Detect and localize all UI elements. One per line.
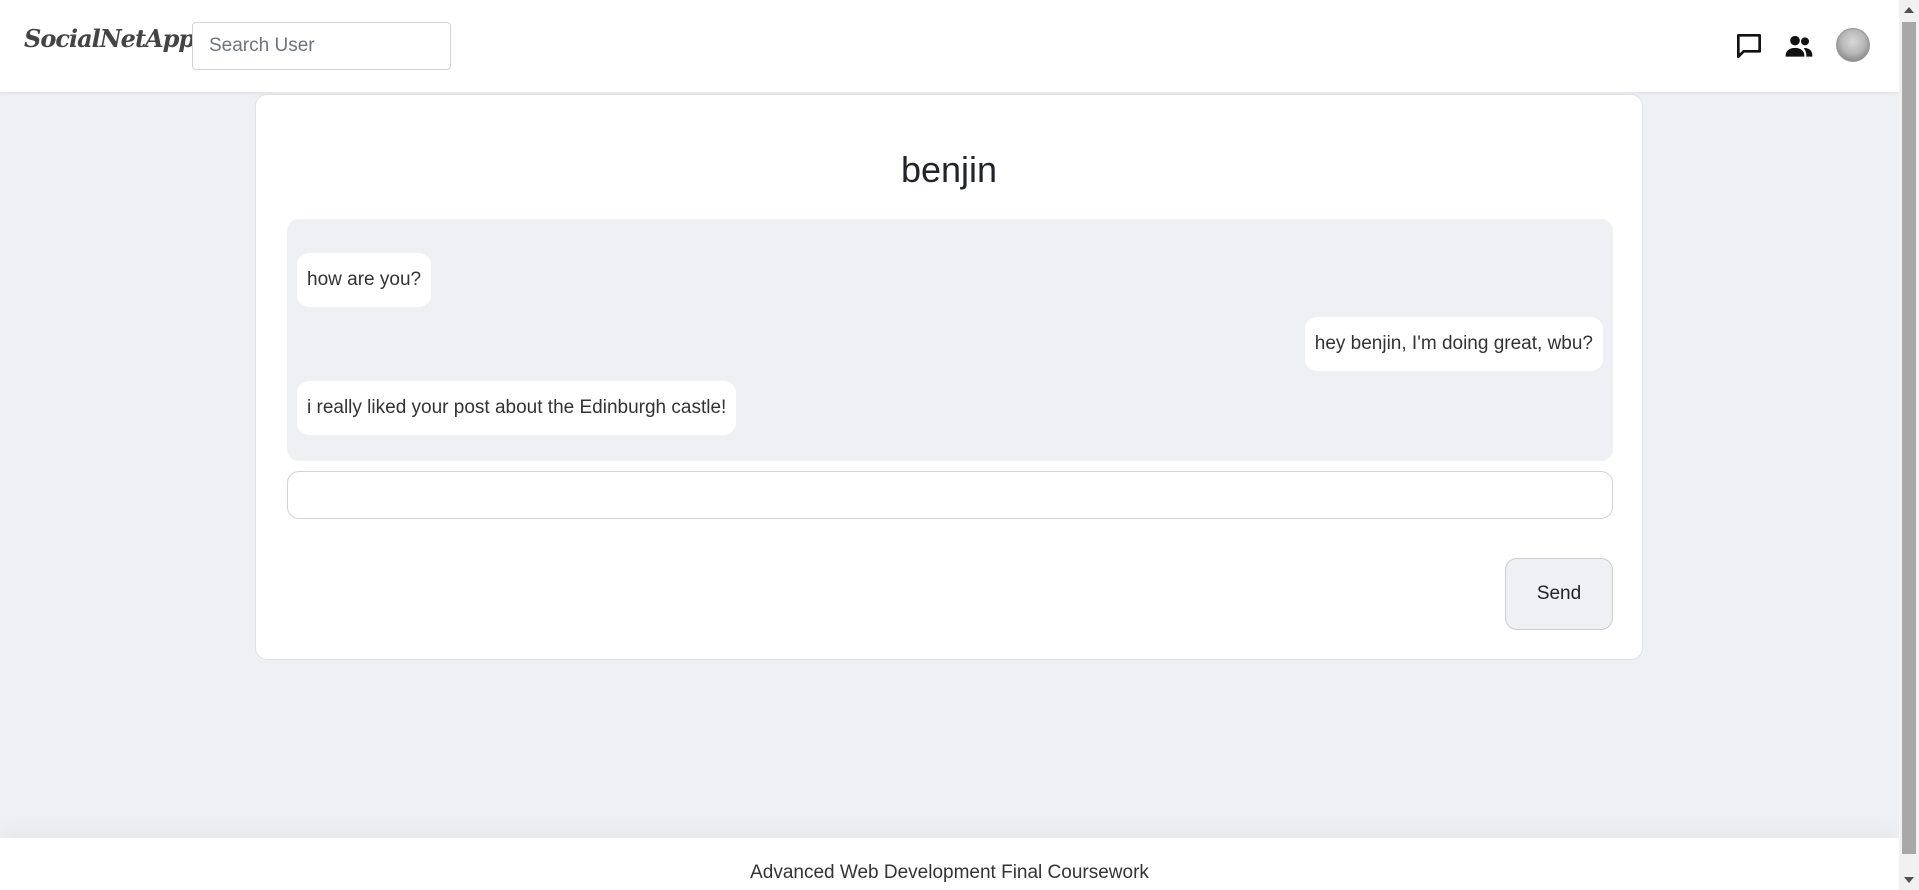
scrollbar[interactable] [1899, 0, 1919, 890]
people-icon[interactable] [1780, 27, 1818, 65]
message-input[interactable] [287, 471, 1613, 519]
chat-card: benjin how are you? hey benjin, I'm doin… [255, 94, 1643, 660]
message-bubble: i really liked your post about the Edinb… [297, 381, 737, 435]
navbar: SocialNetApp [0, 0, 1899, 93]
footer: Advanced Web Development Final Coursewor… [0, 838, 1899, 890]
brand-logo[interactable]: SocialNetApp [24, 24, 195, 53]
scroll-thumb[interactable] [1902, 22, 1916, 854]
page: SocialNetApp benjin how are you? hey ben… [0, 0, 1919, 890]
footer-text: Advanced Web Development Final Coursewor… [750, 862, 1149, 883]
message-bubble: how are you? [297, 253, 432, 307]
message-bubble: hey benjin, I'm doing great, wbu? [1304, 317, 1603, 371]
message-list: how are you? hey benjin, I'm doing great… [287, 219, 1613, 461]
chat-title: benjin [900, 149, 998, 190]
search-user-input[interactable] [192, 22, 451, 70]
chat-icon[interactable] [1730, 27, 1768, 65]
scroll-up-arrow[interactable] [1904, 7, 1914, 13]
scroll-down-arrow[interactable] [1904, 877, 1914, 883]
avatar[interactable] [1836, 28, 1870, 62]
send-button[interactable]: Send [1505, 558, 1613, 630]
